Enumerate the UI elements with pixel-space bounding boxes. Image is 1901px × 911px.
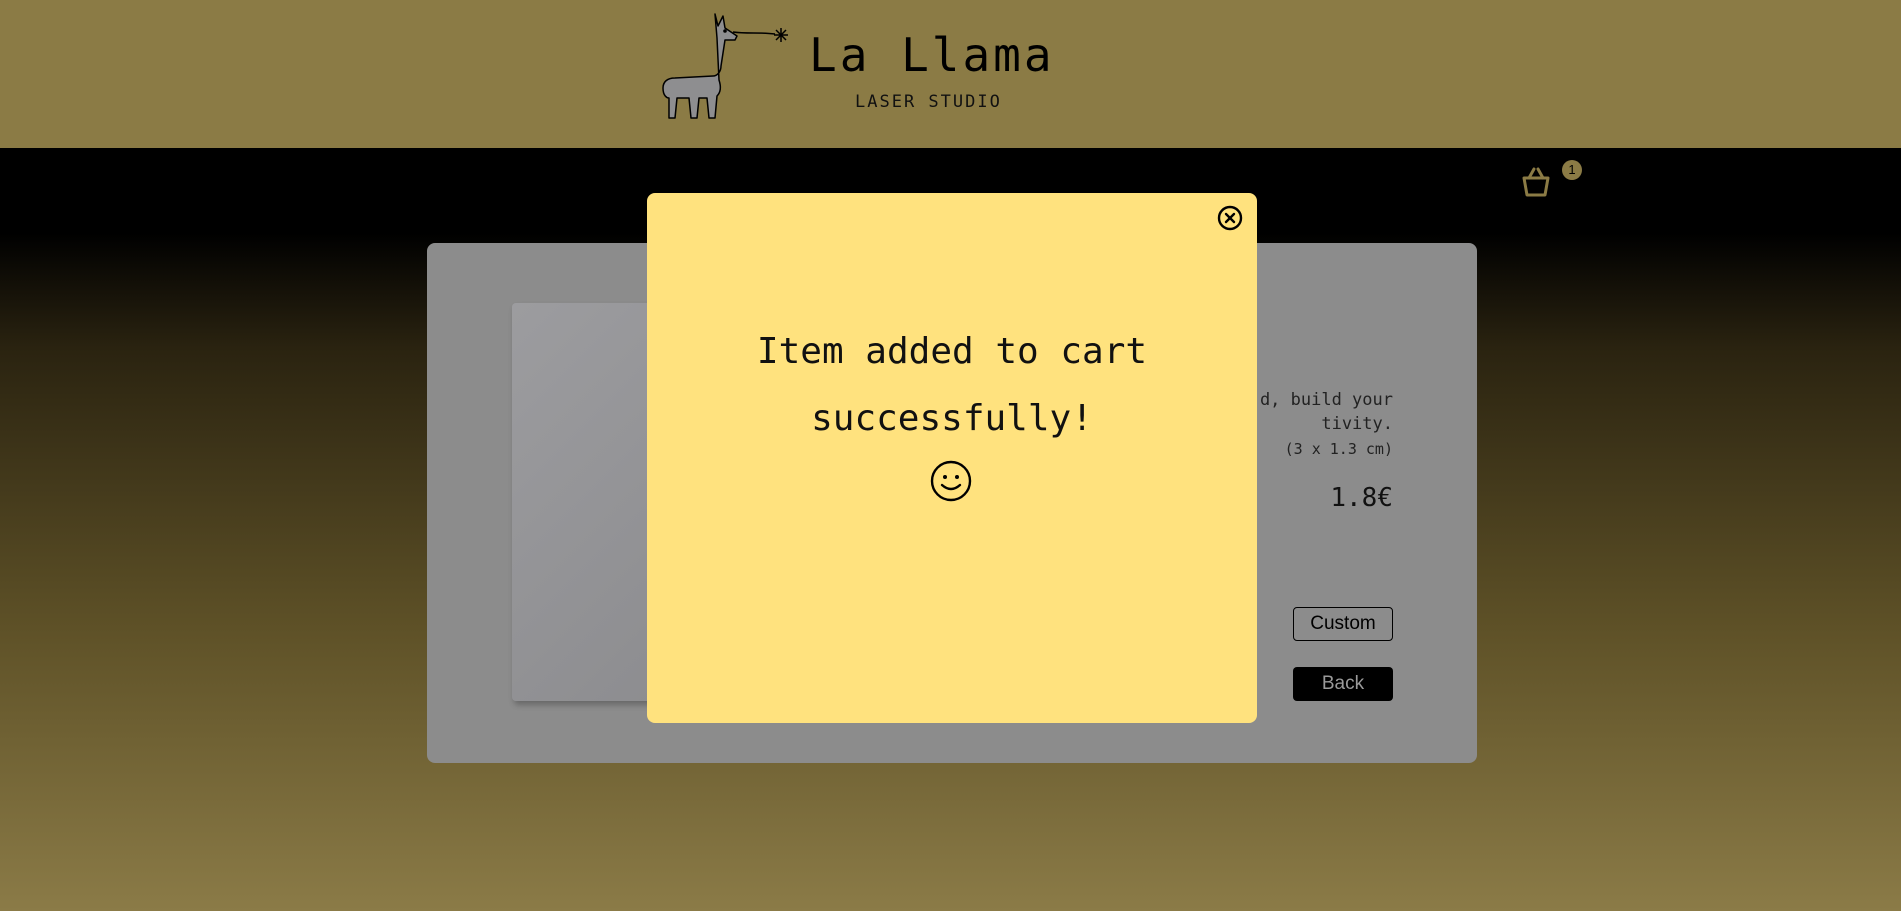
brand-title: La Llama	[809, 28, 1055, 82]
modal-message: Item added to cart successfully!	[647, 318, 1257, 452]
site-header: La Llama LASER STUDIO	[0, 0, 1901, 148]
llama-laser-icon	[662, 13, 788, 119]
modal-message-line1: Item added to cart	[756, 331, 1148, 372]
custom-button[interactable]: Custom	[1293, 607, 1393, 641]
product-price: 1.8€	[1330, 483, 1393, 513]
close-icon[interactable]	[1217, 205, 1243, 231]
brand-subtitle: LASER STUDIO	[855, 92, 1002, 112]
basket-icon	[1522, 167, 1550, 197]
cart-button[interactable]: 1	[1518, 160, 1582, 200]
cart-success-modal: Item added to cart successfully!	[647, 193, 1257, 723]
brand-logo[interactable]: La Llama LASER STUDIO	[655, 6, 1055, 128]
product-size: (3 x 1.3 cm)	[1284, 440, 1393, 458]
back-button[interactable]: Back	[1293, 667, 1393, 701]
modal-message-line2: successfully!	[811, 398, 1093, 439]
cart-count-badge: 1	[1562, 160, 1582, 180]
smiley-icon	[930, 460, 972, 502]
